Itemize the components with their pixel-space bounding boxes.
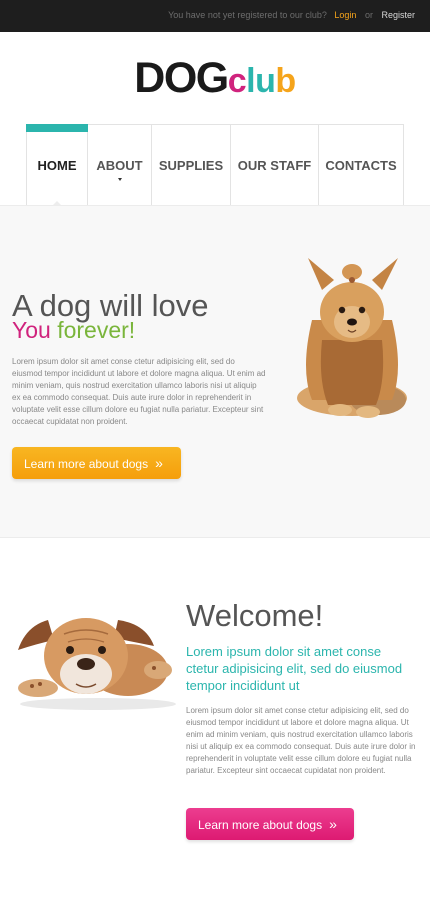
double-chevron-right-icon: »	[155, 455, 163, 471]
nav-item-label: CONTACTS	[325, 158, 397, 173]
nav-item-label: ABOUT	[96, 158, 143, 173]
nav-item-about[interactable]: ABOUT	[88, 125, 152, 206]
registration-prompt: You have not yet registered to our club?…	[168, 10, 415, 20]
caret-down-icon	[117, 178, 122, 181]
welcome-subtitle: Lorem ipsum dolor sit amet conse ctetur …	[186, 644, 403, 693]
hero-title-you: You	[12, 317, 51, 343]
button-label: Learn more about dogs	[198, 818, 323, 832]
site-logo[interactable]: DOGclub	[0, 56, 430, 110]
button-label: Learn more about dogs	[24, 457, 149, 471]
logo-dog-text: DOG	[134, 54, 229, 102]
welcome-title: Welcome!	[186, 598, 324, 633]
nav-item-label: HOME	[37, 158, 77, 173]
registration-message: You have not yet registered to our club?	[168, 10, 327, 20]
hero-learn-more-button[interactable]: Learn more about dogs »	[12, 447, 181, 479]
register-link[interactable]: Register	[381, 10, 415, 20]
top-bar: You have not yet registered to our club?…	[0, 0, 430, 32]
welcome-learn-more-button[interactable]: Learn more about dogs »	[186, 808, 354, 840]
logo-club-letter: u	[255, 62, 276, 100]
main-nav: HOME ABOUT SUPPLIES OUR STAFF CONTACTS	[26, 124, 404, 207]
logo-club-letter: l	[246, 62, 256, 100]
bulldog-puppy-image	[18, 618, 176, 710]
hero-paragraph: Lorem ipsum dolor sit amet conse ctetur …	[12, 357, 266, 426]
hero-title-forever: forever!	[57, 317, 136, 343]
logo-club-text: club	[228, 62, 296, 100]
logo-club-letter: c	[227, 62, 247, 100]
hero-subtitle: You forever!	[12, 317, 135, 344]
nav-item-home[interactable]: HOME	[26, 124, 88, 207]
welcome-paragraph: Lorem ipsum dolor sit amet conse ctetur …	[186, 706, 416, 775]
logo-club-letter: b	[275, 62, 296, 100]
nav-item-supplies[interactable]: SUPPLIES	[152, 125, 231, 206]
nav-item-our-staff[interactable]: OUR STAFF	[231, 125, 319, 206]
yorkie-dog-image	[297, 258, 407, 418]
nav-item-contacts[interactable]: CONTACTS	[319, 125, 403, 206]
double-chevron-right-icon: »	[329, 816, 337, 832]
or-separator: or	[364, 10, 373, 20]
nav-item-label: OUR STAFF	[237, 158, 312, 173]
login-link[interactable]: Login	[334, 10, 356, 20]
nav-item-label: SUPPLIES	[158, 158, 224, 173]
